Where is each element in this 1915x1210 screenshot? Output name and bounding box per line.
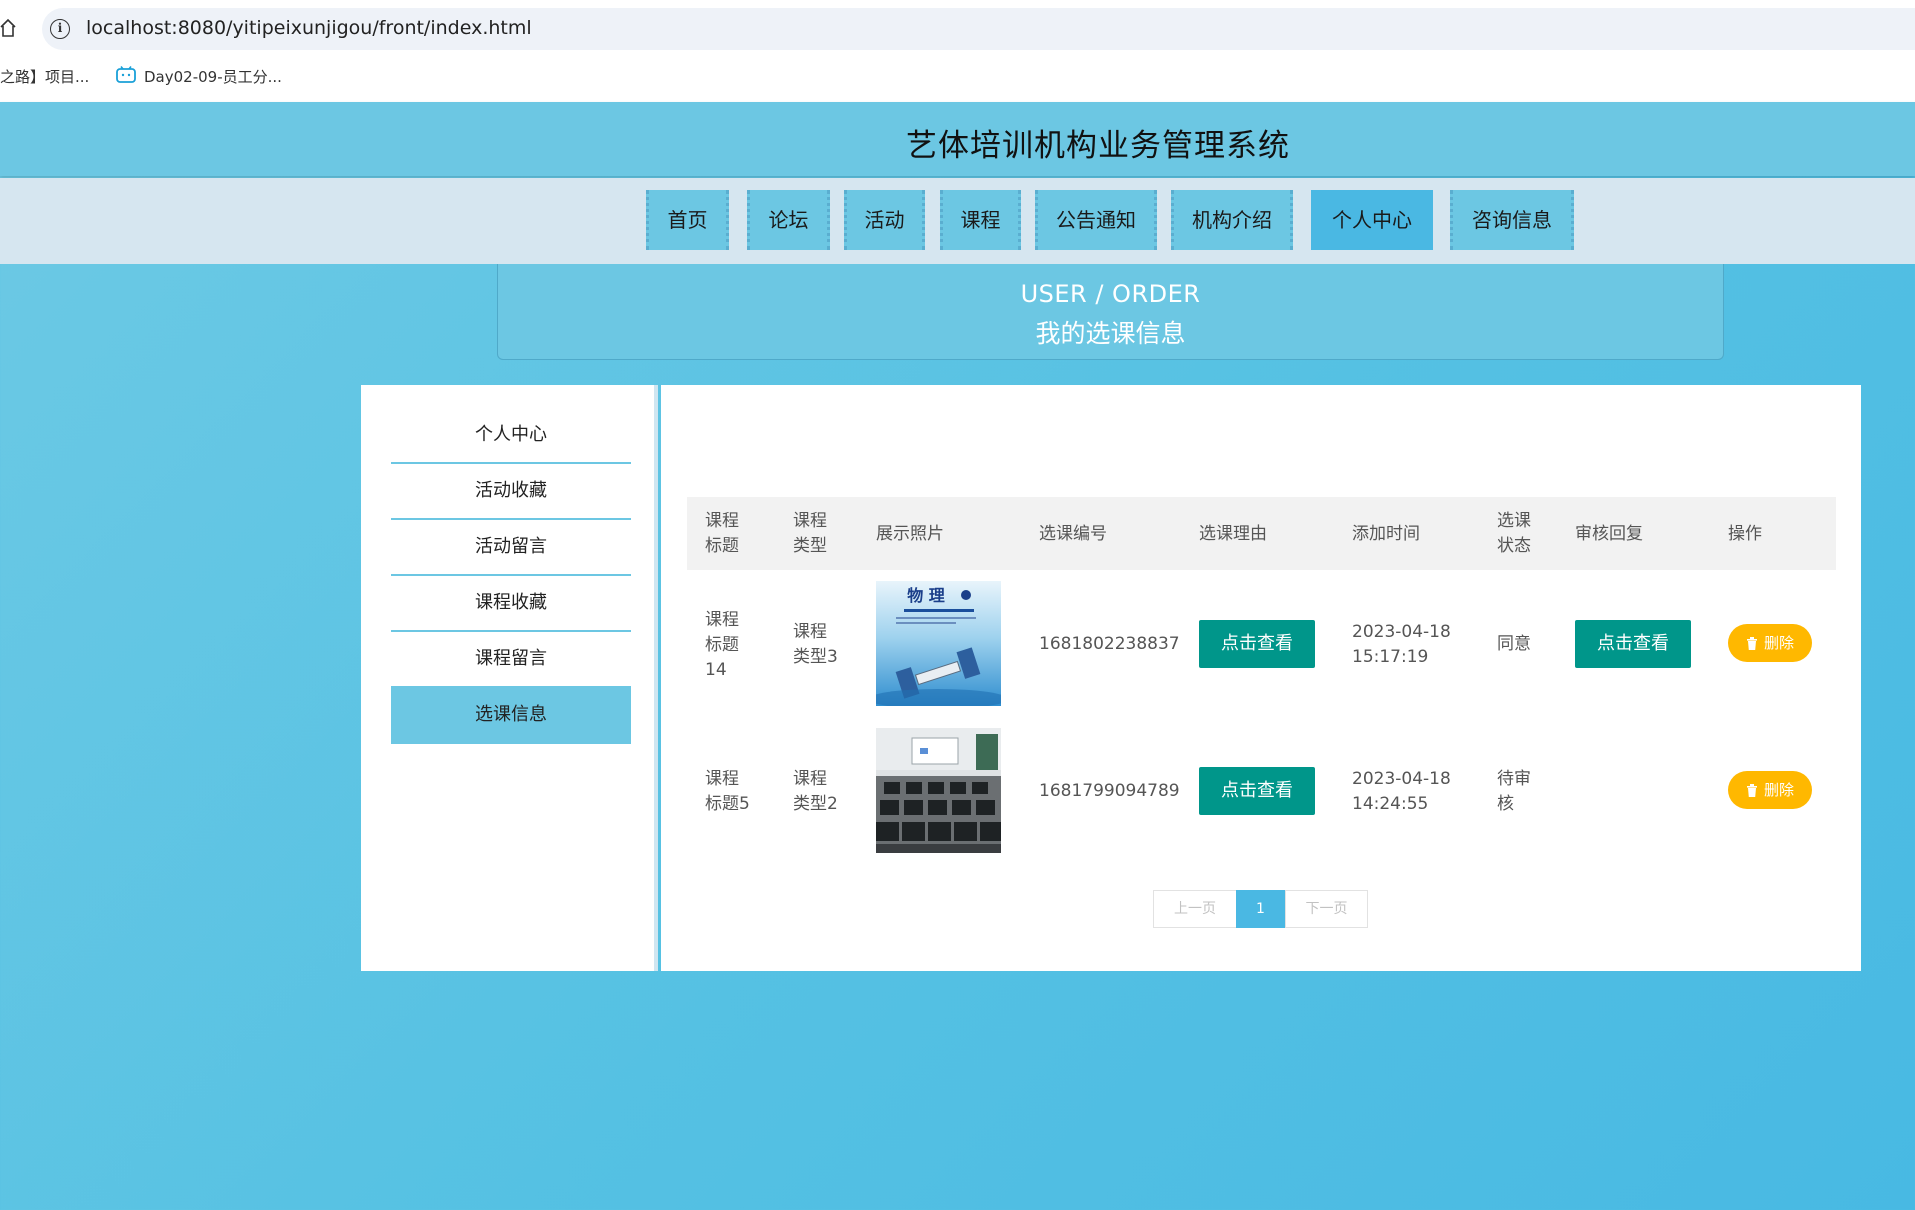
banner-title: 我的选课信息 [1035,319,1186,348]
cell-course-title: 课程 标题 14 [705,610,739,680]
cell-add-time: 2023-04-18 14:24:55 [1352,769,1451,814]
site-info-icon[interactable]: i [50,19,70,39]
header-selection-reason: 选课理由 [1199,524,1267,544]
cell-course-type: 课程 类型2 [793,769,838,814]
header-actions: 操作 [1728,524,1762,544]
bilibili-icon [116,66,136,83]
nav-home[interactable]: 首页 [646,190,729,250]
nav-activity[interactable]: 活动 [844,190,925,250]
course-photo-image: 物 理 [876,581,1001,706]
header-course-type: 课程 类型 [793,511,827,556]
cell-selection-number: 1681802238837 [1039,634,1180,654]
sidebar-item-course-favorites[interactable]: 课程收藏 [391,576,631,632]
sidebar-item-course-messages[interactable]: 课程留言 [391,632,631,688]
cell-selection-status: 待审核 [1497,769,1531,814]
url-text[interactable]: localhost:8080/yitipeixunjigou/front/ind… [86,17,532,39]
banner-subtitle: USER / ORDER [1020,280,1201,308]
sidebar-item-activity-favorites[interactable]: 活动收藏 [391,464,631,520]
header-selection-number: 选课编号 [1039,524,1107,544]
content-panel [661,385,1861,971]
nav-personal-center[interactable]: 个人中心 [1311,190,1433,250]
user-sidebar: 个人中心 活动收藏 活动留言 课程收藏 课程留言 选课信息 [361,385,658,971]
pagination-page-1[interactable]: 1 [1236,890,1285,928]
view-reason-button[interactable]: 点击查看 [1199,767,1315,815]
trash-icon [1746,784,1757,797]
home-icon[interactable] [0,18,16,38]
bookmark-item[interactable]: 之路】项目... [0,66,89,87]
header-add-time: 添加时间 [1352,524,1420,544]
trash-icon [1746,637,1757,650]
nav-course[interactable]: 课程 [940,190,1021,250]
cell-course-type: 课程 类型3 [793,622,838,667]
nav-about[interactable]: 机构介绍 [1171,190,1293,250]
svg-text:物 理: 物 理 [907,586,945,605]
nav-forum[interactable]: 论坛 [747,190,830,250]
pagination-next[interactable]: 下一页 [1285,890,1368,928]
header-course-title: 课程 标题 [705,511,739,556]
app-header: 艺体培训机构业务管理系统 [0,102,1915,176]
bookmarks-bar [0,58,1915,102]
view-reply-button[interactable]: 点击查看 [1575,620,1691,668]
section-banner: USER / ORDER 我的选课信息 [497,264,1724,360]
bookmark-item[interactable]: Day02-09-员工分... [144,66,282,87]
app-title: 艺体培训机构业务管理系统 [906,128,1290,164]
delete-button[interactable]: 删除 [1728,624,1812,662]
nav-consult[interactable]: 咨询信息 [1450,190,1574,250]
cell-add-time: 2023-04-18 15:17:19 [1352,622,1451,667]
delete-button[interactable]: 删除 [1728,771,1812,809]
cell-selection-status: 同意 [1497,634,1531,654]
cell-course-title: 课程 标题5 [705,769,750,814]
cell-selection-number: 1681799094789 [1039,781,1180,801]
browser-toolbar: i localhost:8080/yitipeixunjigou/front/i… [0,0,1915,58]
header-photo: 展示照片 [876,524,944,544]
nav-notice[interactable]: 公告通知 [1035,190,1157,250]
pagination-prev[interactable]: 上一页 [1153,890,1237,928]
course-photo-image [876,728,1001,853]
header-review-reply: 审核回复 [1575,524,1643,544]
header-selection-status: 选课 状态 [1497,511,1531,556]
sidebar-item-activity-messages[interactable]: 活动留言 [391,520,631,576]
sidebar-item-course-selection[interactable]: 选课信息 [391,688,631,744]
sidebar-item-personal-center[interactable]: 个人中心 [391,408,631,464]
view-reason-button[interactable]: 点击查看 [1199,620,1315,668]
